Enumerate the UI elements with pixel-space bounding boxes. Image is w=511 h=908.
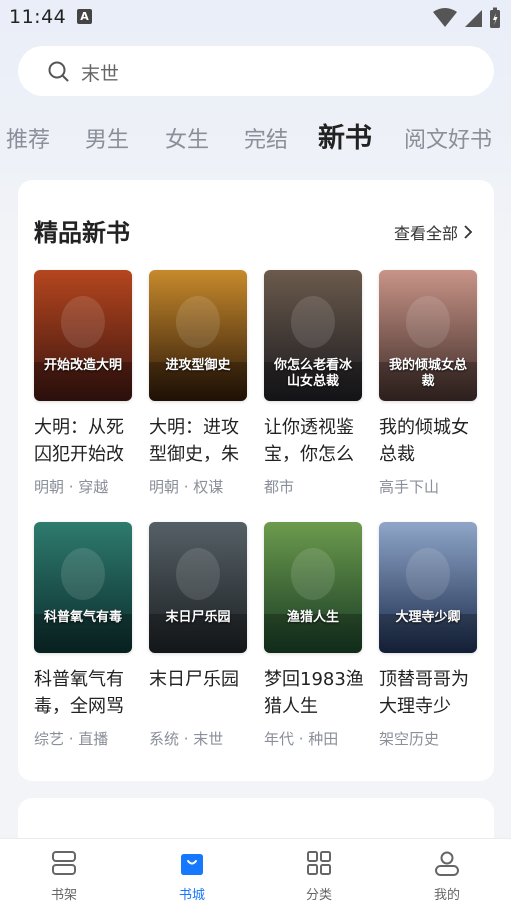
category-icon: [307, 851, 331, 875]
tab-new-books[interactable]: 新书: [318, 116, 372, 155]
book-tags: 明朝 · 穿越: [34, 478, 109, 496]
book-title: 我的倾城女总裁: [379, 417, 469, 465]
category-tabs: 推荐 男生 女生 完结 新书 阅文好书: [0, 112, 511, 160]
nav-bookshelf[interactable]: 书架: [24, 839, 104, 908]
nav-label: 我的: [433, 888, 460, 903]
notification-icon: A: [77, 9, 92, 24]
book-item[interactable]: 渔猎人生梦回1983渔猎人生年代 · 种田: [264, 522, 364, 749]
book-tags: 都市: [264, 478, 295, 496]
book-title: 梦回1983渔猎人生: [264, 669, 364, 717]
search-icon: [48, 61, 69, 82]
bottom-nav: 书架 书城 分类 我的: [0, 838, 511, 908]
book-item[interactable]: 科普氧气有毒科普氧气有毒，全网骂综艺 · 直播: [34, 522, 134, 749]
book-cover[interactable]: 末日尸乐园: [149, 522, 247, 653]
bookstore-icon: [181, 854, 203, 875]
cover-title-art: 开始改造大明: [43, 358, 122, 373]
tab-completed[interactable]: 完结: [244, 122, 288, 154]
view-all-label: 查看全部: [393, 224, 458, 243]
book-item[interactable]: 大理寺少卿顶替哥哥为大理寺少架空历史: [379, 522, 479, 749]
profile-icon: [435, 851, 459, 876]
new-books-section: 精品新书 查看全部 开始改造大明 大明：从死囚犯开始改 明朝 · 穿越 进攻型御史 大明…: [18, 180, 494, 781]
cover-title-art: 进攻型御史: [165, 358, 231, 373]
nav-category[interactable]: 分类: [279, 839, 359, 908]
book-cover[interactable]: 开始改造大明: [34, 270, 132, 401]
book-title: 顶替哥哥为大理寺少: [379, 669, 469, 717]
book-tags: 年代 · 种田: [264, 730, 339, 748]
nav-profile[interactable]: 我的: [407, 839, 487, 908]
book-cover[interactable]: 渔猎人生: [264, 522, 362, 653]
book-tags: 综艺 · 直播: [34, 730, 109, 748]
book-title: 大明：进攻型御史，朱: [149, 417, 239, 465]
status-time: 11:44: [9, 6, 67, 28]
book-cover[interactable]: 你怎么老看冰山女总裁: [264, 270, 362, 401]
tab-male[interactable]: 男生: [85, 122, 129, 154]
cover-title-art: 末日尸乐园: [165, 610, 231, 625]
chevron-right-icon: [464, 225, 473, 239]
book-tags: 架空历史: [379, 730, 440, 748]
signal-icon: [465, 10, 482, 27]
section-title: 精品新书: [34, 219, 130, 247]
book-tags: 明朝 · 权谋: [149, 478, 224, 496]
book-title: 让你透视鉴宝，你怎么: [264, 417, 354, 465]
search-input[interactable]: 末世: [81, 59, 119, 86]
book-cover[interactable]: 进攻型御史: [149, 270, 247, 401]
search-bar[interactable]: 末世: [18, 46, 494, 96]
cover-title-art: 科普氧气有毒: [43, 610, 122, 625]
cover-title-art: 渔猎人生: [286, 610, 339, 625]
bookshelf-icon: [52, 851, 76, 875]
cover-title-art: 大理寺少卿: [395, 610, 461, 625]
cover-title-art: 我的倾城女总裁: [388, 358, 467, 389]
book-tags: 系统 · 末世: [149, 730, 224, 748]
book-cover[interactable]: 我的倾城女总裁: [379, 270, 477, 401]
nav-label: 书架: [50, 888, 77, 903]
book-tags: 高手下山: [379, 478, 440, 496]
book-cover[interactable]: 科普氧气有毒: [34, 522, 132, 653]
nav-label: 书城: [178, 888, 205, 903]
book-item[interactable]: 我的倾城女总裁 我的倾城女总裁 高手下山: [379, 270, 479, 497]
status-bar: 11:44 A: [0, 0, 511, 36]
nav-bookstore[interactable]: 书城: [152, 839, 232, 908]
tab-female[interactable]: 女生: [165, 122, 209, 154]
status-icons: [433, 7, 501, 29]
wifi-icon: [433, 8, 457, 27]
cover-title-art: 你怎么老看冰山女总裁: [273, 358, 352, 389]
tab-yuewen-good-books[interactable]: 阅文好书: [404, 122, 492, 154]
book-title: 大明：从死囚犯开始改: [34, 417, 124, 465]
book-cover[interactable]: 大理寺少卿: [379, 522, 477, 653]
tab-recommend[interactable]: 推荐: [6, 122, 50, 154]
book-item[interactable]: 你怎么老看冰山女总裁让你透视鉴宝，你怎么都市: [264, 270, 364, 497]
book-item[interactable]: 末日尸乐园 末日尸乐园 系统 · 末世: [149, 522, 249, 749]
book-title: 科普氧气有毒，全网骂: [34, 669, 124, 717]
book-item[interactable]: 开始改造大明大明：从死囚犯开始改明朝 · 穿越: [34, 270, 134, 497]
nav-label: 分类: [305, 888, 332, 903]
battery-icon: [490, 7, 500, 28]
book-title: 末日尸乐园: [149, 669, 239, 690]
book-item[interactable]: 进攻型御史大明：进攻型御史，朱明朝 · 权谋: [149, 270, 249, 497]
view-all-link[interactable]: 查看全部: [394, 220, 474, 244]
